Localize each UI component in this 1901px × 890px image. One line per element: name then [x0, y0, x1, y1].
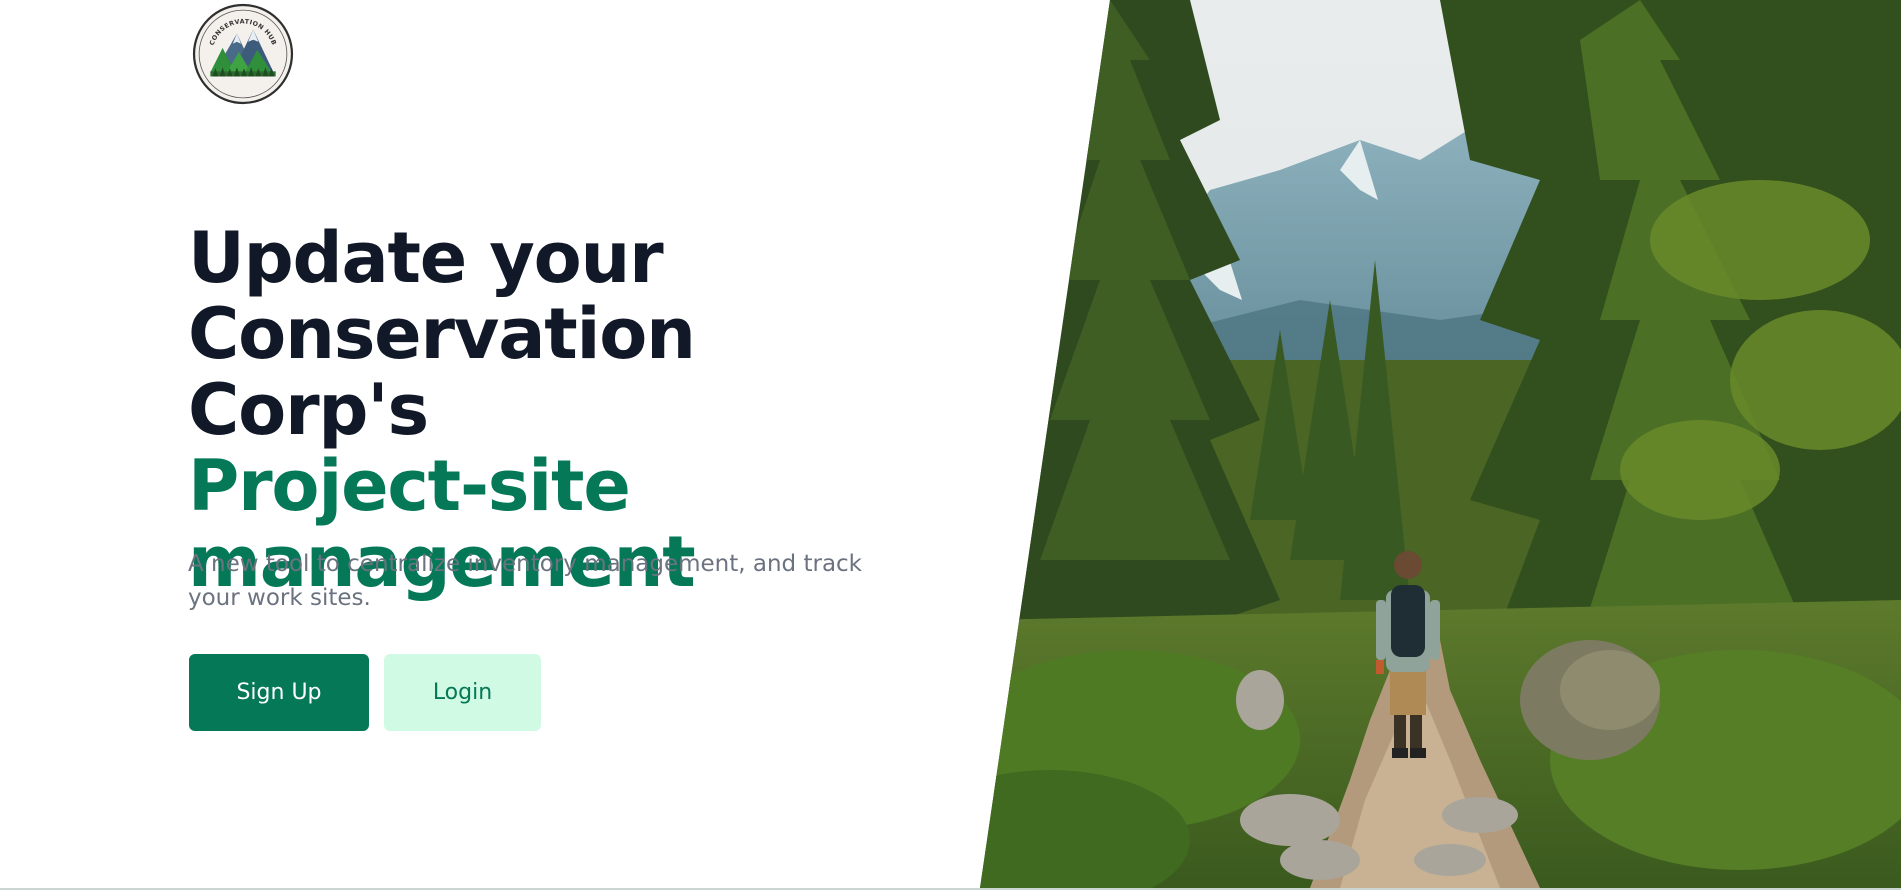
sign-up-button[interactable]: Sign Up	[189, 654, 369, 731]
forest-trail-hiker-image	[980, 0, 1901, 888]
login-button[interactable]: Login	[384, 654, 541, 731]
headline-highlight-1: Project-site	[188, 445, 631, 527]
headline-line-1: Update your	[188, 217, 664, 299]
hero-image	[980, 0, 1901, 888]
headline-line-2: Conservation Corp's	[188, 293, 696, 451]
hero-headline: Update your Conservation Corp's Project-…	[188, 220, 948, 600]
conservation-hub-logo[interactable]: CONSERVATION HUB	[192, 3, 294, 105]
landing-page: CONSERVATION HUB Update your Conservatio…	[0, 0, 1901, 890]
hero-subtitle: A new tool to centralize inventory manag…	[188, 551, 862, 611]
mountain-forest-logo-icon: CONSERVATION HUB	[192, 3, 294, 105]
